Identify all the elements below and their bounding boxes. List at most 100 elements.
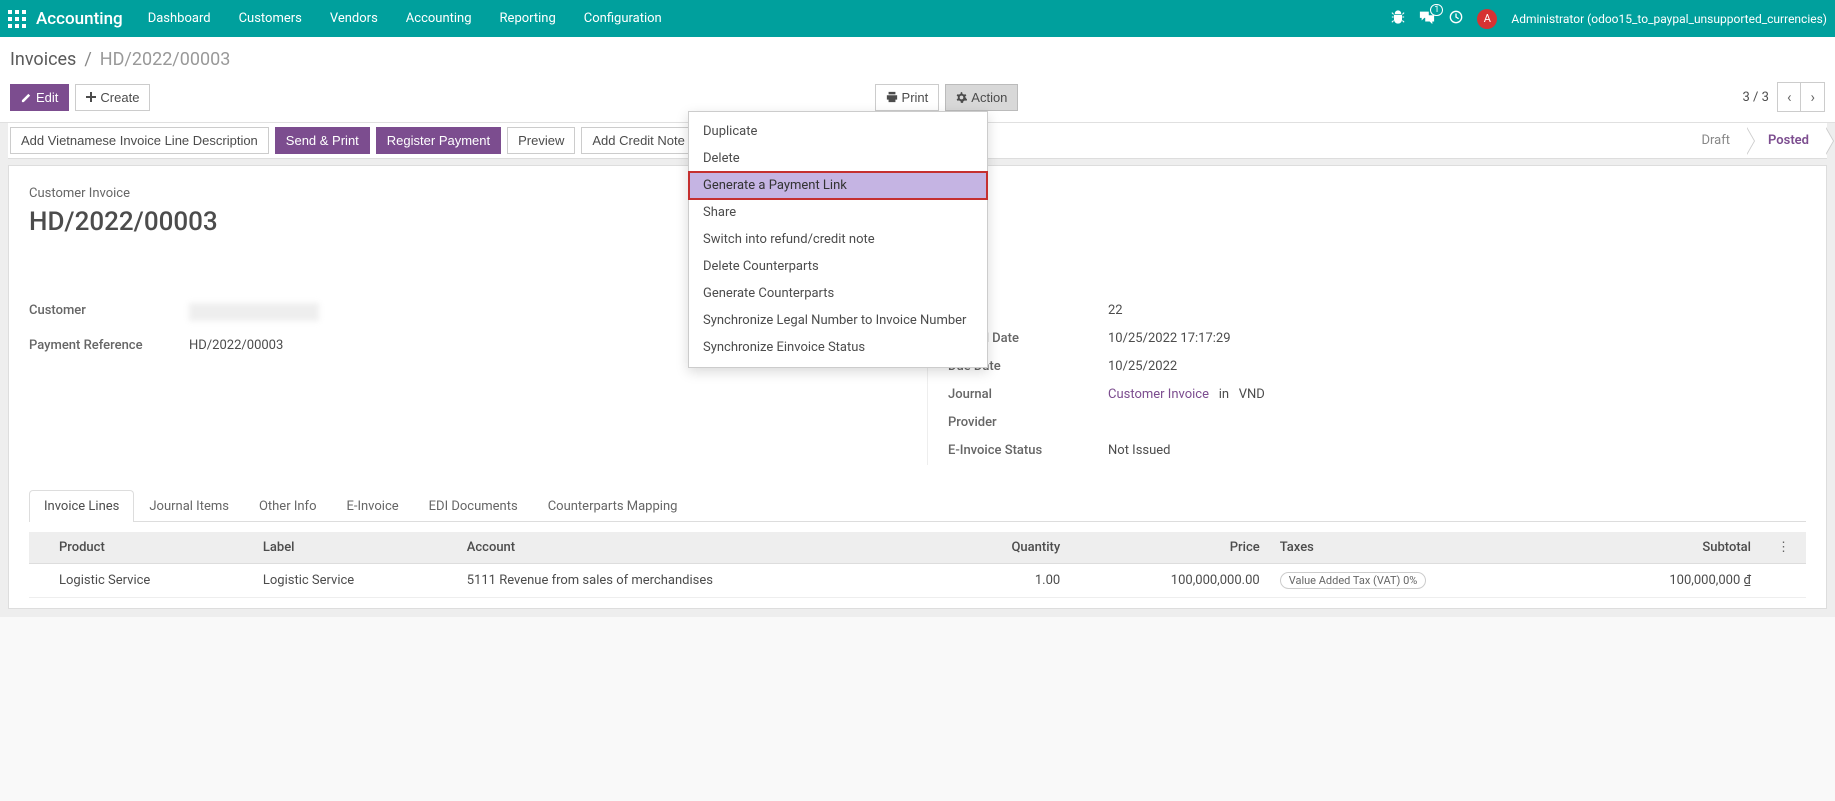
- menu-vendors[interactable]: Vendors: [330, 11, 378, 26]
- status-draft[interactable]: Draft: [1679, 127, 1746, 154]
- action-label: Action: [971, 90, 1007, 105]
- posted-date-value: 10/25/2022 17:17:29: [1108, 331, 1231, 346]
- menu-accounting[interactable]: Accounting: [406, 11, 472, 26]
- action-delete-counterparts[interactable]: Delete Counterparts: [689, 253, 987, 280]
- einvoice-label: E-Invoice Status: [948, 443, 1108, 458]
- tab-counterparts-mapping[interactable]: Counterparts Mapping: [533, 490, 693, 522]
- tab-einvoice[interactable]: E-Invoice: [331, 490, 413, 522]
- print-label: Print: [902, 90, 929, 105]
- pager-text: 3 / 3: [1743, 90, 1769, 105]
- td-account: 5111 Revenue from sales of merchandises: [457, 564, 945, 598]
- action-switch-refund[interactable]: Switch into refund/credit note: [689, 226, 987, 253]
- breadcrumb-current: HD/2022/00003: [100, 49, 231, 70]
- apps-icon[interactable]: [8, 10, 26, 28]
- menu-configuration[interactable]: Configuration: [584, 11, 662, 26]
- customer-value: [189, 303, 319, 325]
- action-button[interactable]: Action: [945, 84, 1018, 111]
- action-duplicate[interactable]: Duplicate: [689, 118, 987, 145]
- td-taxes: Value Added Tax (VAT) 0%: [1270, 564, 1575, 598]
- action-sync-legal-number[interactable]: Synchronize Legal Number to Invoice Numb…: [689, 307, 987, 334]
- action-share[interactable]: Share: [689, 199, 987, 226]
- action-dropdown: Duplicate Delete Generate a Payment Link…: [688, 111, 988, 368]
- th-quantity[interactable]: Quantity: [944, 532, 1070, 564]
- td-subtotal: 100,000,000 ₫: [1575, 564, 1761, 598]
- action-delete[interactable]: Delete: [689, 145, 987, 172]
- breadcrumb-separator: /: [84, 49, 91, 70]
- tab-invoice-lines[interactable]: Invoice Lines: [29, 490, 134, 522]
- add-credit-note-button[interactable]: Add Credit Note: [581, 127, 696, 154]
- action-generate-counterparts[interactable]: Generate Counterparts: [689, 280, 987, 307]
- field-provider: Provider: [948, 409, 1806, 437]
- clock-icon[interactable]: [1449, 10, 1463, 28]
- field-due-date: Due Date 10/25/2022: [948, 353, 1806, 381]
- breadcrumb-root[interactable]: Invoices: [10, 49, 76, 70]
- action-sync-einvoice-status[interactable]: Synchronize Einvoice Status: [689, 334, 987, 361]
- journal-value: Customer Invoice in VND: [1108, 387, 1265, 402]
- tab-other-info[interactable]: Other Info: [244, 490, 332, 522]
- add-vietnamese-button[interactable]: Add Vietnamese Invoice Line Description: [10, 127, 269, 154]
- journal-label: Journal: [948, 387, 1108, 402]
- action-generate-payment-link[interactable]: Generate a Payment Link: [689, 172, 987, 199]
- th-product[interactable]: Product: [49, 532, 253, 564]
- tab-edi-documents[interactable]: EDI Documents: [414, 490, 533, 522]
- toolbar: Edit Create Print Action Duplicate Delet…: [0, 76, 1835, 123]
- th-subtotal[interactable]: Subtotal: [1575, 532, 1761, 564]
- bug-icon[interactable]: [1391, 10, 1405, 28]
- th-account[interactable]: Account: [457, 532, 945, 564]
- breadcrumb: Invoices / HD/2022/00003: [0, 37, 1835, 76]
- journal-link[interactable]: Customer Invoice: [1108, 387, 1209, 402]
- user-label[interactable]: Administrator (odoo15_to_paypal_unsuppor…: [1511, 12, 1827, 26]
- field-invoice-date: 22: [948, 297, 1806, 325]
- th-price[interactable]: Price: [1070, 532, 1269, 564]
- td-product: Logistic Service: [49, 564, 253, 598]
- tabs: Invoice Lines Journal Items Other Info E…: [29, 490, 1806, 522]
- field-journal: Journal Customer Invoice in VND: [948, 381, 1806, 409]
- create-label: Create: [100, 90, 139, 105]
- th-handle: [29, 532, 49, 564]
- preview-button[interactable]: Preview: [507, 127, 575, 154]
- chat-icon[interactable]: 1: [1419, 10, 1435, 28]
- field-einvoice-status: E-Invoice Status Not Issued: [948, 437, 1806, 465]
- field-posted-date: Posted Date 10/25/2022 17:17:29: [948, 325, 1806, 353]
- pager-buttons: ‹ ›: [1777, 82, 1825, 112]
- menu-reporting[interactable]: Reporting: [500, 11, 556, 26]
- pager-next[interactable]: ›: [1801, 83, 1824, 111]
- td-handle: [29, 564, 49, 598]
- menu-customers[interactable]: Customers: [239, 11, 302, 26]
- table-header-row: Product Label Account Quantity Price Tax…: [29, 532, 1806, 564]
- pager-prev[interactable]: ‹: [1778, 83, 1802, 111]
- td-kebab: [1761, 564, 1806, 598]
- td-quantity: 1.00: [944, 564, 1070, 598]
- tab-journal-items[interactable]: Journal Items: [134, 490, 244, 522]
- avatar[interactable]: A: [1477, 9, 1497, 29]
- pager: 3 / 3 ‹ ›: [1743, 82, 1825, 112]
- edit-button[interactable]: Edit: [10, 84, 69, 111]
- topnav-menu: Dashboard Customers Vendors Accounting R…: [148, 11, 662, 26]
- print-button[interactable]: Print: [875, 84, 940, 111]
- register-payment-button[interactable]: Register Payment: [376, 127, 501, 154]
- th-label[interactable]: Label: [253, 532, 457, 564]
- edit-label: Edit: [36, 90, 58, 105]
- top-navigation: Accounting Dashboard Customers Vendors A…: [0, 0, 1835, 37]
- menu-dashboard[interactable]: Dashboard: [148, 11, 211, 26]
- brand-title[interactable]: Accounting: [36, 9, 123, 29]
- th-taxes[interactable]: Taxes: [1270, 532, 1575, 564]
- th-kebab: ⋮: [1761, 532, 1806, 564]
- invoice-lines-table: Product Label Account Quantity Price Tax…: [29, 532, 1806, 598]
- create-button[interactable]: Create: [75, 84, 150, 111]
- send-print-button[interactable]: Send & Print: [275, 127, 370, 154]
- chat-badge: 1: [1430, 4, 1443, 16]
- payment-ref-value: HD/2022/00003: [189, 338, 283, 353]
- lines-table: Product Label Account Quantity Price Tax…: [29, 532, 1806, 598]
- kebab-icon[interactable]: ⋮: [1771, 540, 1796, 555]
- toolbar-right: 3 / 3 ‹ ›: [1743, 82, 1825, 112]
- toolbar-center: Print Action Duplicate Delete Generate a…: [875, 84, 1019, 111]
- status-posted[interactable]: Posted: [1746, 127, 1825, 154]
- einvoice-value: Not Issued: [1108, 443, 1171, 458]
- payment-ref-label: Payment Reference: [29, 338, 189, 353]
- journal-in: in: [1219, 387, 1229, 402]
- td-price: 100,000,000.00: [1070, 564, 1269, 598]
- status-arrows: Draft Posted: [1679, 127, 1825, 154]
- customer-label: Customer: [29, 303, 189, 325]
- table-row[interactable]: Logistic Service Logistic Service 5111 R…: [29, 564, 1806, 598]
